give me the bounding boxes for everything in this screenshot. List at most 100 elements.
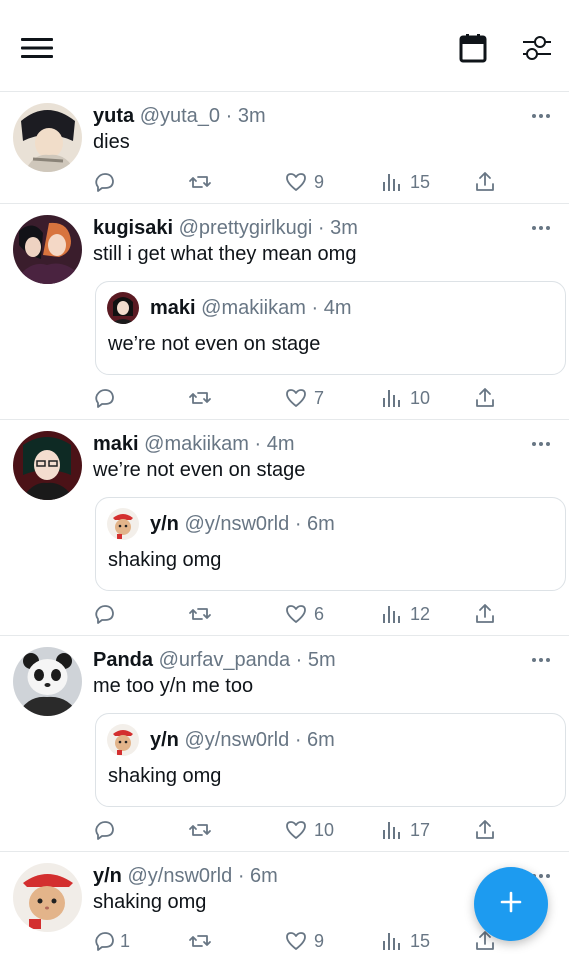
views-button[interactable]: 10 bbox=[380, 385, 430, 411]
avatar[interactable] bbox=[13, 647, 82, 716]
views-count: 15 bbox=[410, 930, 431, 951]
retweet-button[interactable] bbox=[188, 385, 212, 411]
heart-icon bbox=[284, 818, 308, 842]
heart-icon bbox=[284, 929, 308, 953]
like-count: 9 bbox=[314, 171, 325, 192]
like-button[interactable]: 6 bbox=[284, 601, 324, 627]
quoted-tweet-card[interactable]: y/n @y/nsw0rld · 6m shaking omg bbox=[95, 497, 566, 591]
more-options-icon[interactable] bbox=[528, 650, 554, 670]
more-options-icon[interactable] bbox=[528, 218, 554, 238]
timestamp: 6m bbox=[250, 865, 278, 887]
display-name[interactable]: kugisaki bbox=[93, 217, 173, 239]
quoted-tweet-card[interactable]: maki @makiikam · 4m we’re not even on st… bbox=[95, 281, 566, 375]
like-count: 10 bbox=[314, 819, 335, 840]
quoted-handle: @makiikam bbox=[201, 297, 306, 319]
tweet-text: me too y/n me too bbox=[93, 675, 254, 697]
timestamp: 3m bbox=[330, 217, 358, 239]
views-count: 15 bbox=[410, 171, 431, 192]
views-count: 17 bbox=[410, 819, 431, 840]
avatar[interactable] bbox=[13, 215, 82, 284]
avatar[interactable] bbox=[13, 431, 82, 500]
retweet-icon bbox=[188, 929, 212, 953]
quoted-text: shaking omg bbox=[108, 549, 222, 571]
retweet-button[interactable] bbox=[188, 817, 212, 843]
bar-chart-icon bbox=[380, 602, 404, 626]
retweet-button[interactable] bbox=[188, 601, 212, 627]
retweet-icon bbox=[188, 602, 212, 626]
hamburger-menu-icon[interactable] bbox=[19, 30, 55, 66]
separator: · bbox=[294, 729, 302, 751]
like-count: 9 bbox=[314, 930, 325, 951]
like-button[interactable]: 9 bbox=[284, 928, 324, 954]
tweet-2[interactable]: kugisaki @prettygirlkugi · 3m still i ge… bbox=[0, 204, 569, 420]
views-button[interactable]: 12 bbox=[380, 601, 430, 627]
reply-icon bbox=[93, 170, 117, 194]
sliders-icon[interactable] bbox=[519, 30, 555, 66]
like-count: 7 bbox=[314, 387, 325, 408]
tweet-header: Panda @urfav_panda · 5m bbox=[93, 648, 336, 672]
reply-button[interactable]: 1 bbox=[93, 928, 130, 954]
views-button[interactable]: 15 bbox=[380, 928, 430, 954]
tweet-text: we’re not even on stage bbox=[93, 459, 306, 481]
separator: · bbox=[254, 433, 262, 455]
reply-button[interactable] bbox=[93, 817, 123, 843]
share-button[interactable] bbox=[473, 817, 497, 843]
views-button[interactable]: 17 bbox=[380, 817, 430, 843]
calendar-icon[interactable] bbox=[455, 30, 491, 66]
display-name[interactable]: Panda bbox=[93, 649, 153, 671]
reply-button[interactable] bbox=[93, 169, 123, 195]
heart-icon bbox=[284, 602, 308, 626]
like-button[interactable]: 7 bbox=[284, 385, 324, 411]
tweet-actions: 1 9 15 bbox=[0, 928, 569, 954]
tweet-3[interactable]: maki @makiikam · 4m we’re not even on st… bbox=[0, 420, 569, 636]
reply-icon bbox=[93, 386, 117, 410]
handle[interactable]: @urfav_panda bbox=[159, 649, 291, 671]
tweet-text: dies bbox=[93, 131, 130, 153]
display-name[interactable]: yuta bbox=[93, 105, 134, 127]
separator: · bbox=[237, 865, 245, 887]
plus-icon bbox=[499, 890, 523, 919]
reply-button[interactable] bbox=[93, 385, 123, 411]
tweet-1[interactable]: yuta @yuta_0 · 3m dies 9 15 bbox=[0, 92, 569, 204]
share-icon bbox=[473, 170, 497, 194]
bar-chart-icon bbox=[380, 386, 404, 410]
tweet-actions: 6 12 bbox=[0, 601, 569, 627]
display-name[interactable]: y/n bbox=[93, 865, 122, 887]
handle[interactable]: @prettygirlkugi bbox=[179, 217, 313, 239]
quoted-display-name: y/n bbox=[150, 513, 179, 535]
quoted-text: shaking omg bbox=[108, 765, 222, 787]
share-button[interactable] bbox=[473, 601, 497, 627]
tweet-actions: 7 10 bbox=[0, 385, 569, 411]
tweet-header: yuta @yuta_0 · 3m bbox=[93, 104, 266, 128]
quoted-text: we’re not even on stage bbox=[108, 333, 321, 355]
handle[interactable]: @yuta_0 bbox=[140, 105, 220, 127]
share-button[interactable] bbox=[473, 385, 497, 411]
avatar[interactable] bbox=[13, 103, 82, 172]
tweet-4[interactable]: Panda @urfav_panda · 5m me too y/n me to… bbox=[0, 636, 569, 852]
handle[interactable]: @makiikam bbox=[144, 433, 249, 455]
like-button[interactable]: 9 bbox=[284, 169, 324, 195]
more-options-icon[interactable] bbox=[528, 106, 554, 126]
retweet-button[interactable] bbox=[188, 169, 212, 195]
share-button[interactable] bbox=[473, 169, 497, 195]
tweet-text: shaking omg bbox=[93, 891, 207, 913]
reply-icon bbox=[93, 602, 117, 626]
more-options-icon[interactable] bbox=[528, 434, 554, 454]
quoted-handle: @y/nsw0rld bbox=[184, 513, 290, 535]
reply-button[interactable] bbox=[93, 601, 123, 627]
timestamp: 4m bbox=[266, 433, 295, 455]
views-button[interactable]: 15 bbox=[380, 169, 430, 195]
like-button[interactable]: 10 bbox=[284, 817, 334, 843]
retweet-icon bbox=[188, 170, 212, 194]
compose-button[interactable] bbox=[474, 867, 548, 941]
avatar[interactable] bbox=[13, 863, 82, 932]
separator: · bbox=[295, 649, 303, 671]
quoted-avatar bbox=[107, 292, 139, 324]
display-name[interactable]: maki bbox=[93, 433, 139, 455]
handle[interactable]: @y/nsw0rld bbox=[127, 865, 232, 887]
retweet-button[interactable] bbox=[188, 928, 212, 954]
timestamp: 5m bbox=[307, 649, 336, 671]
separator: · bbox=[294, 513, 302, 535]
quoted-avatar bbox=[107, 724, 139, 756]
quoted-tweet-card[interactable]: y/n @y/nsw0rld · 6m shaking omg bbox=[95, 713, 566, 807]
